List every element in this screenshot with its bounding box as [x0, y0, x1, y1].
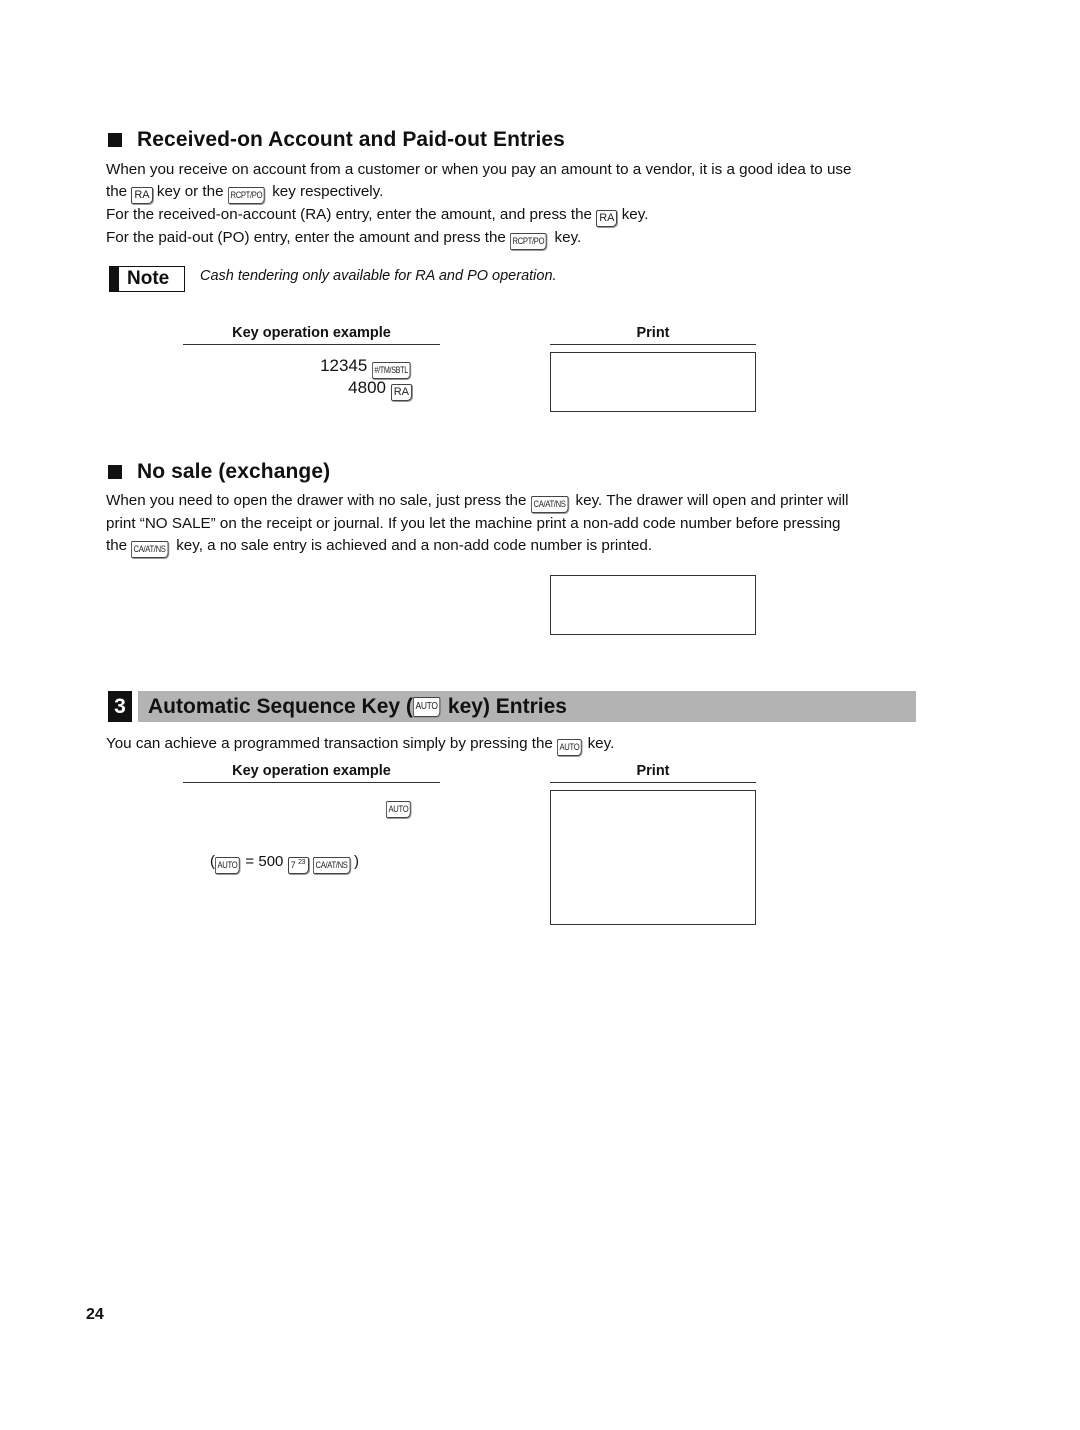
note-badge: Note	[109, 266, 185, 292]
key-op-line: 12345 #/TM/SBTL	[250, 356, 412, 379]
print-receipt-box	[550, 575, 756, 635]
section-heading-no-sale: No sale (exchange)	[108, 460, 330, 484]
key-op-line: 4800 RA	[250, 378, 412, 401]
auto-intro: You can achieve a programmed transaction…	[106, 733, 926, 756]
ca-at-ns-key-icon: CA/AT/NS	[313, 857, 351, 874]
print-header: Print	[550, 762, 756, 783]
heading-text: Received-on Account and Paid-out Entries	[137, 128, 565, 151]
ca-at-ns-key-icon: CA/AT/NS	[530, 496, 568, 513]
tm-sbtl-key-icon: #/TM/SBTL	[372, 362, 411, 379]
heading-text: No sale (exchange)	[137, 460, 331, 483]
auto-key-definition: (AUTO = 500 7 23 CA/AT/NS)	[210, 853, 359, 874]
ra-key-icon: RA	[131, 187, 153, 204]
note-text: Cash tendering only available for RA and…	[200, 268, 557, 284]
rcpt-po-key-icon: RCPT/PO	[510, 233, 547, 250]
auto-key-icon: AUTO	[557, 739, 582, 756]
print-receipt-box	[550, 352, 756, 412]
section-number: 3	[108, 691, 132, 722]
dept-7-key-icon: 7 23	[287, 857, 310, 874]
para-line: When you need to open the drawer with no…	[106, 490, 926, 513]
square-bullet-icon	[108, 465, 122, 479]
auto-key-icon: AUTO	[385, 801, 411, 818]
auto-key-icon: AUTO	[412, 696, 441, 717]
para-line: the CA/AT/NS key, a no sale entry is ach…	[106, 535, 926, 558]
section-heading-auto: 3 Automatic Sequence Key (AUTO key) Entr…	[108, 691, 916, 722]
key-op-line: AUTO	[250, 795, 412, 818]
square-bullet-icon	[108, 133, 122, 147]
para-line: For the paid-out (PO) entry, enter the a…	[106, 227, 926, 250]
ra-key-icon: RA	[390, 384, 412, 401]
rcpt-po-key-icon: RCPT/PO	[227, 187, 265, 204]
no-sale-paragraph: When you need to open the drawer with no…	[106, 490, 926, 558]
para-line: the RA key or the RCPT/PO key respective…	[106, 181, 926, 204]
page-number: 24	[86, 1306, 104, 1323]
section-title-bar: Automatic Sequence Key (AUTO key) Entrie…	[138, 691, 916, 722]
ra-po-paragraph: When you receive on account from a custo…	[106, 159, 926, 250]
auto-key-icon: AUTO	[215, 857, 240, 874]
ra-key-icon: RA	[596, 210, 618, 227]
note-label: Note	[127, 268, 170, 289]
ca-at-ns-key-icon: CA/AT/NS	[131, 541, 169, 558]
print-receipt-box	[550, 790, 756, 925]
key-operation-header: Key operation example	[183, 762, 440, 783]
section-heading-ra-po: Received-on Account and Paid-out Entries	[108, 128, 565, 152]
para-line: print “NO SALE” on the receipt or journa…	[106, 515, 841, 532]
key-operation-header: Key operation example	[183, 324, 440, 345]
print-header: Print	[550, 324, 756, 345]
para-line: For the received-on-account (RA) entry, …	[106, 204, 926, 227]
note-bar	[110, 267, 119, 291]
para-line: When you receive on account from a custo…	[106, 161, 852, 178]
